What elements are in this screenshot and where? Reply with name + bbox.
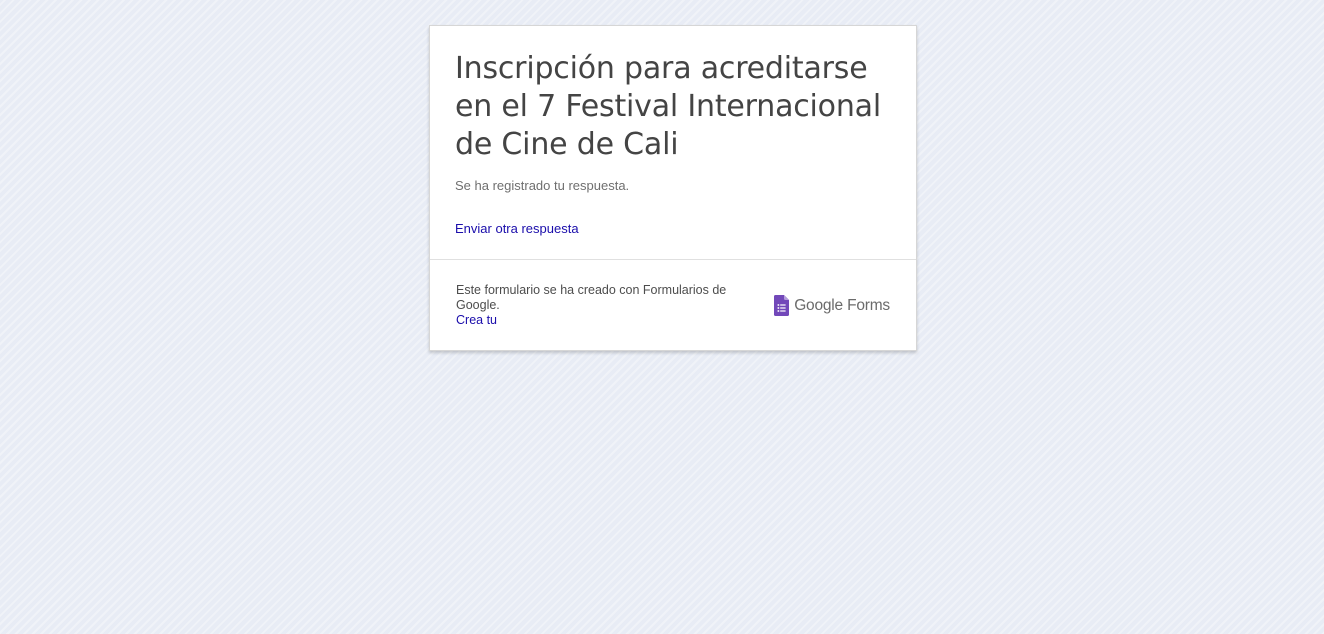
google-forms-icon <box>774 295 790 316</box>
footer-text-block: Este formulario se ha creado con Formula… <box>456 283 756 328</box>
form-title: Inscripción para acreditarse en el 7 Fes… <box>455 51 881 162</box>
create-your-own-link[interactable]: Crea tu <box>456 313 756 328</box>
confirmation-message: Se ha registrado tu respuesta. <box>455 178 630 193</box>
google-forms-wordmark: Google Forms <box>794 296 890 314</box>
card-main: Inscripción para acreditarse en el 7 Fes… <box>430 26 916 260</box>
google-forms-logo-link[interactable]: Google Forms <box>774 295 890 316</box>
card-footer: Este formulario se ha creado con Formula… <box>430 260 916 351</box>
submit-another-response-link[interactable]: Enviar otra respuesta <box>455 221 579 236</box>
response-card: Inscripción para acreditarse en el 7 Fes… <box>429 25 917 351</box>
footer-created-with-text: Este formulario se ha creado con Formula… <box>456 283 727 312</box>
